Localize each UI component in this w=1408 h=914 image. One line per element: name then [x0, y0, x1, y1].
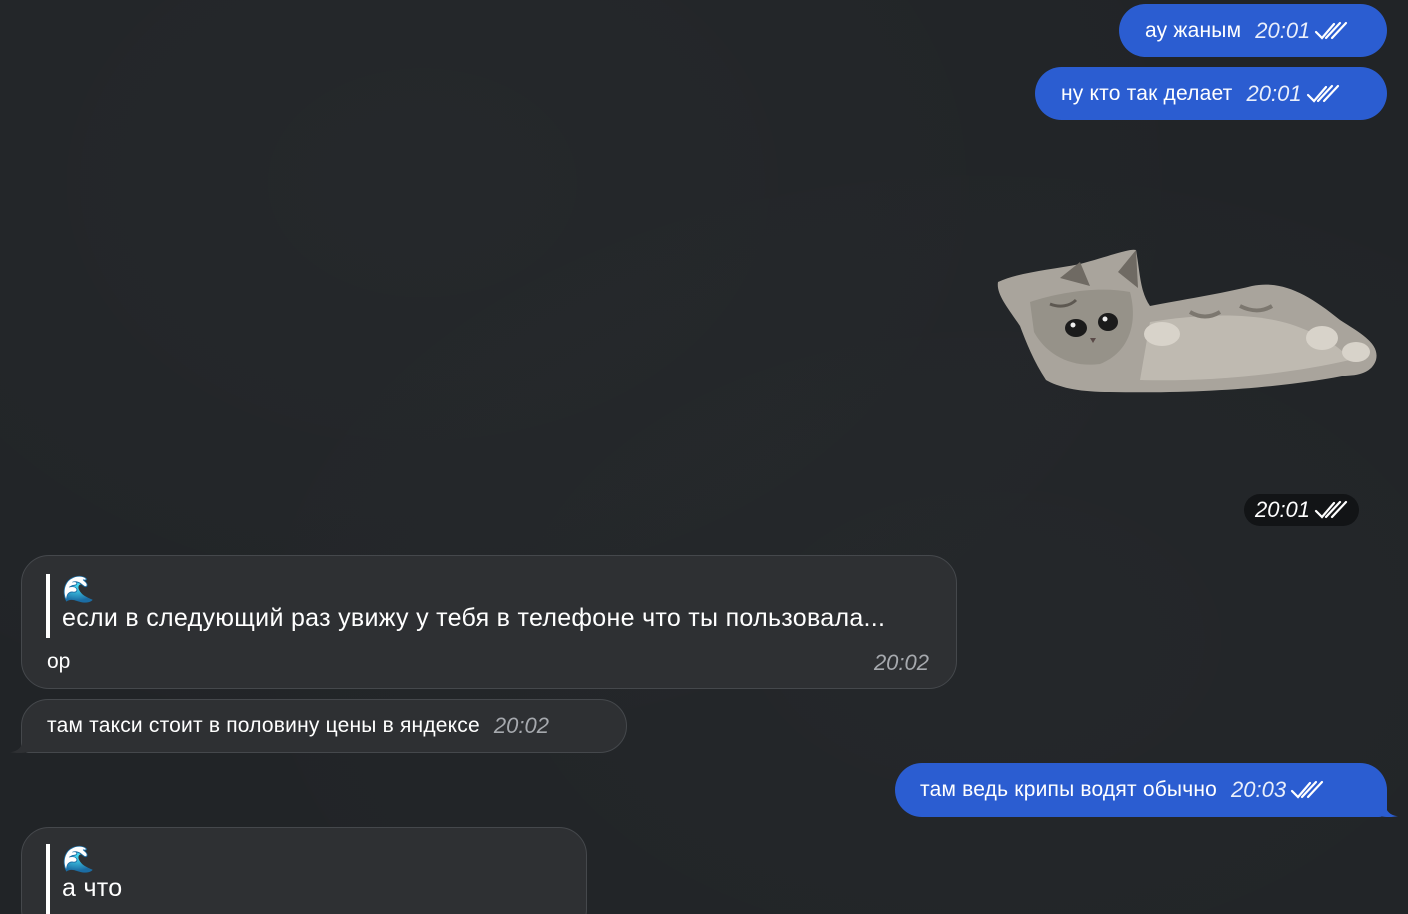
wave-emoji-icon: 🌊	[62, 844, 95, 874]
kitten-sticker[interactable]	[990, 242, 1382, 400]
incoming-message[interactable]: 🌊 а что	[21, 827, 587, 914]
message-text: ну кто так делает	[1061, 81, 1233, 105]
incoming-message[interactable]: 🌊 если в следующий раз увижу у тебя в те…	[21, 555, 957, 689]
outgoing-message[interactable]: ау жаным 20:01	[1119, 4, 1387, 57]
message-text: там такси стоит в половину цены в яндекс…	[47, 714, 480, 737]
double-check-icon	[1306, 84, 1339, 103]
wave-emoji-icon: 🌊	[62, 574, 95, 604]
message-time: 20:02	[873, 650, 929, 675]
message-text: ау жаным	[1145, 18, 1242, 42]
reply-quote[interactable]: 🌊 если в следующий раз увижу у тебя в те…	[46, 574, 885, 638]
reply-text: если в следующий раз увижу у тебя в теле…	[62, 604, 886, 632]
sticker-time-badge: 20:01	[1244, 494, 1359, 526]
outgoing-message[interactable]: там ведь крипы водят обычно 20:03	[895, 763, 1387, 817]
reply-quote[interactable]: 🌊 а что	[46, 844, 122, 914]
bubble-tail	[10, 728, 34, 754]
double-check-icon	[1315, 21, 1348, 40]
message-text: там ведь крипы водят обычно	[920, 778, 1218, 801]
bubble-tail	[1374, 792, 1398, 818]
message-time: 20:01	[1255, 17, 1311, 43]
incoming-message[interactable]: там такси стоит в половину цены в яндекс…	[21, 699, 627, 753]
message-time: 20:01	[1246, 80, 1302, 106]
outgoing-message[interactable]: ну кто так делает 20:01	[1035, 67, 1387, 120]
message-time: 20:02	[493, 713, 549, 738]
message-time: 20:03	[1231, 777, 1287, 802]
message-text: ор	[47, 650, 71, 673]
reply-text: а что	[62, 874, 123, 902]
message-time: 20:01	[1254, 497, 1311, 522]
double-check-icon	[1290, 780, 1324, 799]
chat-window: ау жаным 20:01 ну кто так делает 20:01 2…	[0, 0, 1408, 914]
double-check-icon	[1314, 500, 1348, 519]
